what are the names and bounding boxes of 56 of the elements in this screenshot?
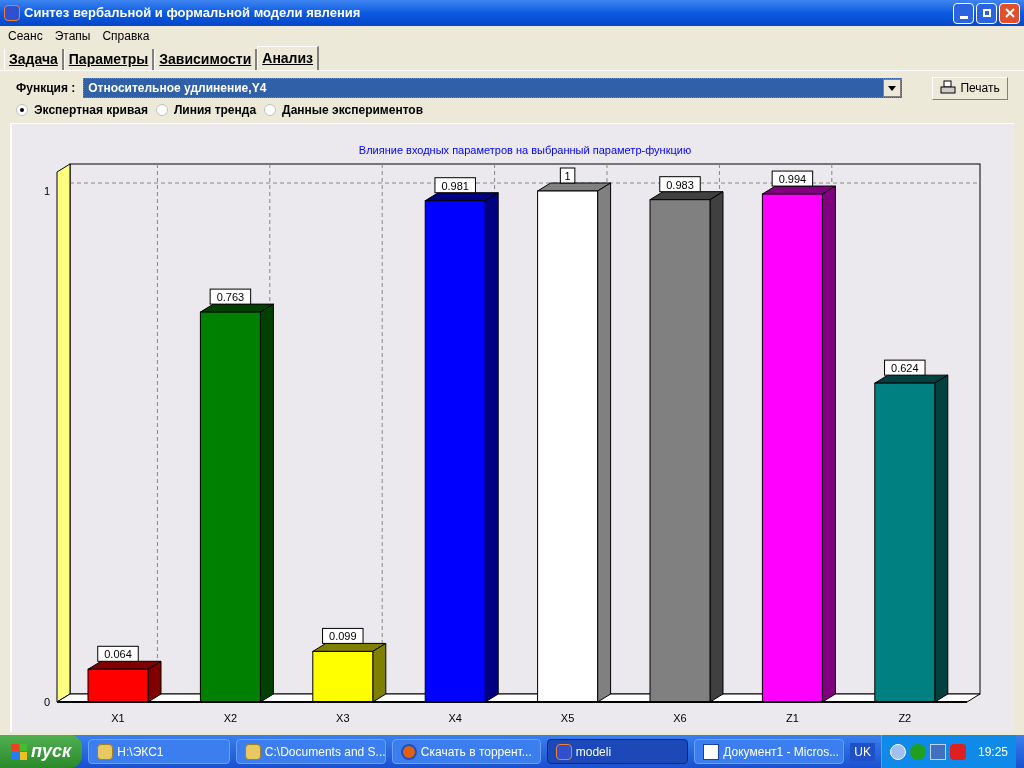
y-tick-label: 0 [43, 696, 50, 708]
data-label: 0.624 [884, 359, 926, 376]
network-icon[interactable] [929, 743, 946, 760]
print-button[interactable]: Печать [932, 76, 1008, 100]
data-label: 1 [559, 167, 576, 184]
radio-label: Экспертная кривая [34, 102, 148, 119]
document-icon [703, 743, 720, 760]
taskbar-button[interactable]: C:\Documents and S... [235, 739, 386, 764]
radio-label: Данные экспериментов [282, 102, 424, 119]
radio-button[interactable] [264, 104, 277, 116]
data-label: 0.994 [771, 170, 814, 187]
radio-label: Линия тренда [173, 102, 257, 119]
data-label: 0.983 [659, 176, 701, 193]
data-label: 0.981 [434, 177, 476, 194]
tab[interactable]: Анализ [257, 46, 320, 70]
minimize-button[interactable] [953, 2, 974, 24]
x-axis-label: X5 [560, 712, 575, 724]
tab[interactable]: Параметры [63, 49, 155, 70]
x-axis-label: Z1 [786, 712, 799, 724]
function-dropdown[interactable]: Относительное удлинение,Y4 [83, 78, 903, 98]
folder-icon [97, 743, 114, 760]
data-label: 0.064 [97, 645, 139, 662]
menu-item[interactable]: Сеанс [8, 27, 43, 45]
printer-icon [940, 80, 957, 96]
close-icon [1004, 8, 1015, 18]
x-axis-label: X1 [111, 712, 125, 724]
menu-item[interactable]: Этапы [54, 27, 91, 45]
taskbar-button[interactable]: H:\ЭКС1 [88, 739, 230, 764]
y-tick-label: 1 [43, 185, 50, 197]
tab[interactable]: Задача [4, 49, 64, 70]
browser-icon [400, 743, 417, 760]
dropdown-arrow-icon [888, 85, 897, 91]
taskbar-button[interactable]: Документ1 - Micros... [694, 739, 845, 764]
app-icon [4, 5, 20, 21]
close-button[interactable] [999, 2, 1020, 24]
radio-button[interactable] [16, 104, 28, 116]
x-axis-label: Z2 [898, 712, 912, 724]
data-label: 0.763 [209, 288, 252, 305]
x-axis-label: X2 [223, 712, 238, 724]
x-axis-label: X4 [448, 712, 462, 724]
app-icon [555, 743, 572, 760]
x-axis-label: X6 [673, 712, 687, 724]
radio-button[interactable] [155, 104, 168, 116]
x-axis-label: X3 [336, 712, 350, 724]
taskbar-button[interactable]: Скачать в торрент... [391, 739, 541, 764]
restore-button[interactable] [976, 2, 997, 24]
function-label: Функция : [16, 80, 76, 97]
menu-item[interactable]: Справка [102, 27, 150, 45]
folder-icon [244, 743, 261, 760]
window-title: Синтез вербальной и формальной модели явления [24, 4, 362, 23]
data-label: 0.099 [322, 627, 364, 644]
chart-title: Влияние входных параметров на выбранный параметр-функцию [358, 144, 692, 156]
windows-logo-icon [11, 743, 28, 760]
taskbar-button[interactable]: modeli [546, 739, 689, 764]
clock: 19:25 [977, 743, 1008, 761]
language-indicator: UK [850, 742, 875, 761]
